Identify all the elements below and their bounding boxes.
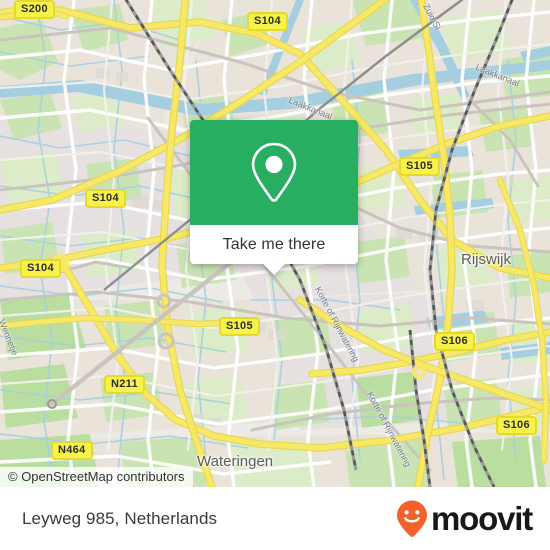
road-shield: S200 — [14, 0, 55, 19]
map-viewport[interactable]: .bg{fill:#eceae4;} .res{fill:#e9e3da;} .… — [0, 0, 550, 487]
road-shield: S105 — [399, 157, 440, 176]
road-shield: S106 — [434, 332, 475, 351]
road-shield: S104 — [247, 12, 288, 31]
callout-tail — [263, 264, 285, 275]
moovit-pin-smiley-icon — [397, 500, 428, 537]
location-callout-card[interactable]: Take me there — [190, 120, 358, 275]
map-pin-icon — [251, 142, 297, 202]
road-shield: S104 — [85, 189, 126, 208]
road-shield: N211 — [104, 375, 145, 394]
road-shield: S104 — [20, 259, 61, 278]
map-attribution[interactable]: © OpenStreetMap contributors — [0, 467, 193, 487]
moovit-logo[interactable]: moovit — [394, 499, 533, 539]
place-label-rijswijk: Rijswijk — [461, 251, 511, 268]
road-shield: S106 — [496, 416, 537, 435]
callout-action-area[interactable]: Take me there — [190, 225, 358, 275]
place-label-wateringen: Wateringen — [197, 453, 274, 470]
take-me-there-label: Take me there — [222, 235, 326, 253]
moovit-wordmark: moovit — [431, 500, 533, 537]
road-shield: S105 — [219, 317, 260, 336]
callout-pin-area — [190, 120, 358, 225]
moovit-map-screenshot: .bg{fill:#eceae4;} .res{fill:#e9e3da;} .… — [0, 0, 550, 550]
road-shield: N464 — [51, 441, 93, 460]
footer-bar: Leyweg 985, Netherlands moovit — [0, 487, 550, 550]
address-label: Leyweg 985, Netherlands — [22, 508, 218, 528]
